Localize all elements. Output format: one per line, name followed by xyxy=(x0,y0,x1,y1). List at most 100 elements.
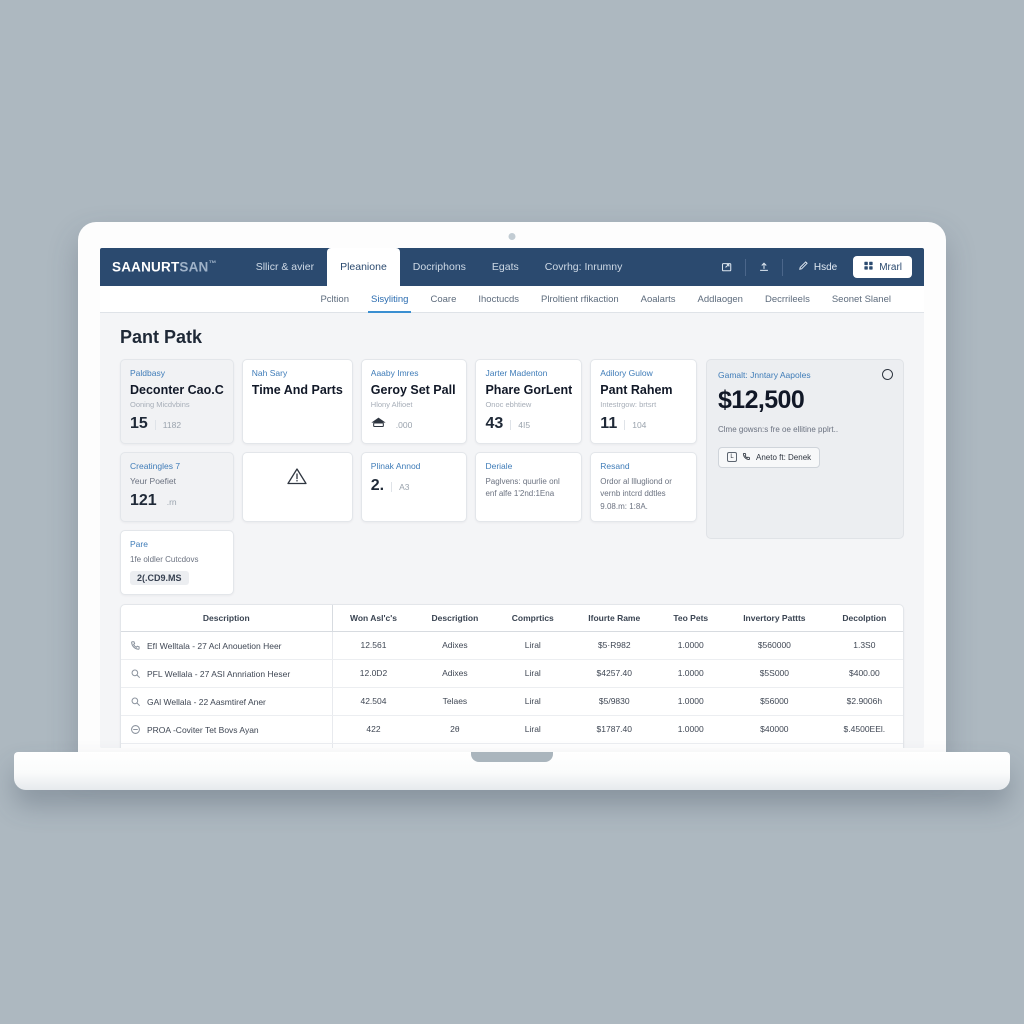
table-row[interactable]: PROA -Coviter Tet Bovs Ayan 422 2θ Liral… xyxy=(121,715,903,744)
card-metric: 15 1182 xyxy=(130,415,224,433)
subnav-label: Coare xyxy=(430,293,457,305)
cell-rame: $1787.40 xyxy=(570,715,659,744)
primary-action-label: Mrarl xyxy=(879,261,902,273)
cell-pets: 1.0000 xyxy=(658,631,724,660)
card-metric-value: 43 xyxy=(485,415,504,432)
subnav-item-4[interactable]: Plroltient rfikaction xyxy=(530,286,630,312)
analyze-button-label: Aneto ft: Denek xyxy=(756,452,812,462)
column-header-decolption[interactable]: Decolption xyxy=(825,604,903,632)
column-header-teo-pets[interactable]: Teo Pets xyxy=(658,604,724,632)
subnav-item-2[interactable]: Coare xyxy=(419,286,467,312)
subnav-item-0[interactable]: Pcltion xyxy=(309,286,360,312)
column-header-won-aslcs[interactable]: Won Asl'c's xyxy=(332,604,415,632)
cell-comprtics: Liral xyxy=(495,743,570,748)
card-subtitle: Yeur Poefiet xyxy=(130,476,176,486)
card-subtitle: Onoc ebhtiew xyxy=(485,400,532,409)
header-divider xyxy=(744,258,746,276)
phone-icon xyxy=(742,452,751,463)
table-row[interactable]: GAl Wellala - 22 Aasmtiref Aner 42.504 T… xyxy=(121,687,903,716)
card-phare-gorlent[interactable]: Jarter Madenton Phare GorLent Onoc ebhti… xyxy=(475,359,583,444)
card-title: Time And Parts xyxy=(251,383,343,397)
table: Description Won Asl'c's Descrigtion Comp… xyxy=(121,604,903,748)
column-header-invertory-pattts[interactable]: Invertory Pattts xyxy=(723,604,826,632)
card-phnak-annod[interactable]: Plinak Annod 2. A3 xyxy=(360,452,468,523)
cell-descrigtion: Telaes xyxy=(414,687,496,716)
subnav-item-7[interactable]: Decrrileels xyxy=(754,286,821,312)
brand-strong: SAANURT xyxy=(112,259,180,275)
column-header-ifourte-rame[interactable]: Ifourte Rame xyxy=(570,604,659,632)
search-icon xyxy=(130,668,141,679)
subnav-item-3[interactable]: Ihoctucds xyxy=(467,286,530,312)
cell-pets: 1.0000 xyxy=(658,743,723,748)
column-header-descrigtion[interactable]: Descrigtion xyxy=(414,604,496,632)
table-row[interactable]: EfI Welltala - 27 Acl Anouetion Heer 12.… xyxy=(121,631,903,660)
row-name-label: PFL Wellala - 27 ASI Annriation Heser xyxy=(147,668,291,679)
nav-item-label: Sllicr & avier xyxy=(255,261,315,273)
cell-decolption: $2.9006h xyxy=(825,687,903,716)
subnav-label: Sisyliting xyxy=(370,293,409,305)
card-geroy-set-pall[interactable]: Aaaby Imres Geroy Set Pall Hlony Alfioet xyxy=(360,359,468,444)
card-deriale[interactable]: Deriale Paglvens: quurlie onl enf alfe 1… xyxy=(475,452,583,523)
card-pant-rahem[interactable]: Adilory Gulow Pant Rahem Intestrgow: brt… xyxy=(590,359,697,444)
edit-button[interactable]: Hsde xyxy=(790,257,845,277)
cell-comprtics: Liral xyxy=(495,715,571,744)
card-label: Resand xyxy=(600,461,630,471)
cell-inventory: $56000 xyxy=(723,687,826,716)
circle-icon xyxy=(130,724,141,735)
card-metric: 43 4I5 xyxy=(485,415,572,433)
card-chip: 2(.CD9.MS xyxy=(130,570,189,585)
cell-decolption: $.4500EEl. xyxy=(825,715,903,744)
subnav-item-6[interactable]: Addlaogen xyxy=(687,286,754,312)
card-metric: 11 104 xyxy=(600,415,687,433)
card-metric-value: 121 xyxy=(130,492,157,509)
screen-viewport: SAANURTSAN™ Sllicr & avier Pleanione Doc… xyxy=(100,248,924,748)
card-summary-primary[interactable]: Paldbasy Deconter Cao.C Ooning Micdvbins… xyxy=(120,359,234,444)
header-divider xyxy=(781,258,783,276)
primary-action-button[interactable]: Mrarl xyxy=(853,256,912,278)
cell-decolption: $400.00 xyxy=(825,659,903,688)
card-metric-unit: .rn xyxy=(166,497,177,507)
nav-item-3[interactable]: Egats xyxy=(479,248,532,286)
card-creatingles[interactable]: Creatingles 7 Yeur Poefiet 121 .rn xyxy=(120,452,234,523)
analyze-button[interactable]: L Aneto ft: Denek xyxy=(718,446,821,468)
brand-logo[interactable]: SAANURTSAN™ xyxy=(112,259,217,275)
cell-descrigtion: Adoes xyxy=(414,743,495,748)
card-metric-unit: 104 xyxy=(624,420,646,430)
cell-decolption: 1.3S0 xyxy=(825,631,903,660)
nav-item-2[interactable]: Docriphons xyxy=(400,248,479,286)
card-alarm[interactable] xyxy=(241,452,353,523)
laptop-lid: SAANURTSAN™ Sllicr & avier Pleanione Doc… xyxy=(78,222,946,759)
table-row[interactable]: PFL Wellala - 27 ASI Annriation Heser 12… xyxy=(121,659,903,688)
circle-icon[interactable] xyxy=(882,369,893,380)
nav-item-1[interactable]: Pleanione xyxy=(327,248,400,286)
row-name-label: PROA -Coviter Tet Bovs Ayan xyxy=(147,724,259,735)
table-row[interactable]: Mâule Guesty TEhrgionoLleer 422 Adoes Li… xyxy=(121,743,903,748)
share-square-icon[interactable] xyxy=(716,256,738,278)
cell-comprtics: Liral xyxy=(495,631,571,660)
page-title: Pant Patk xyxy=(120,327,203,347)
cell-rame: $4257.40 xyxy=(570,659,659,688)
panel-label: Gamalt: Jnntary Aapoles xyxy=(718,370,811,380)
card-label: Deriale xyxy=(485,461,513,471)
cell-descrigtion: Adixes xyxy=(414,631,496,660)
subnav-item-1[interactable]: Sisyliting xyxy=(360,286,420,313)
cell-descrigtion: Adixes xyxy=(414,659,496,688)
column-header-description[interactable]: Description xyxy=(121,604,333,632)
cell-inventory: $S2000 xyxy=(723,743,826,748)
card-resand[interactable]: Resand Ordor al lllugliond or vernb intc… xyxy=(590,452,697,523)
card-pare[interactable]: Pare 1fe oldler Cutcdovs 2(.CD9.MS xyxy=(120,530,234,595)
cell-won: 12.0D2 xyxy=(332,659,415,688)
nav-item-0[interactable]: Sllicr & avier xyxy=(243,248,327,286)
card-label: Aaaby Imres xyxy=(370,368,419,378)
nav-item-label: Docriphons xyxy=(412,261,466,273)
upload-icon[interactable] xyxy=(753,256,775,278)
cell-rame: $5/9830 xyxy=(570,687,659,716)
card-metric-unit: 4I5 xyxy=(510,420,530,430)
search-icon xyxy=(130,696,141,707)
cell-pets: 1.0000 xyxy=(658,687,724,716)
nav-item-4[interactable]: Covrhg: Inrumny xyxy=(532,248,636,286)
column-header-comprtics[interactable]: Comprtics xyxy=(495,604,571,632)
subnav-item-5[interactable]: Aoalarts xyxy=(630,286,687,312)
card-time-and-parts[interactable]: Nah Sary Time And Parts xyxy=(241,359,353,444)
subnav-item-8[interactable]: Seonet Slanel xyxy=(821,286,902,312)
